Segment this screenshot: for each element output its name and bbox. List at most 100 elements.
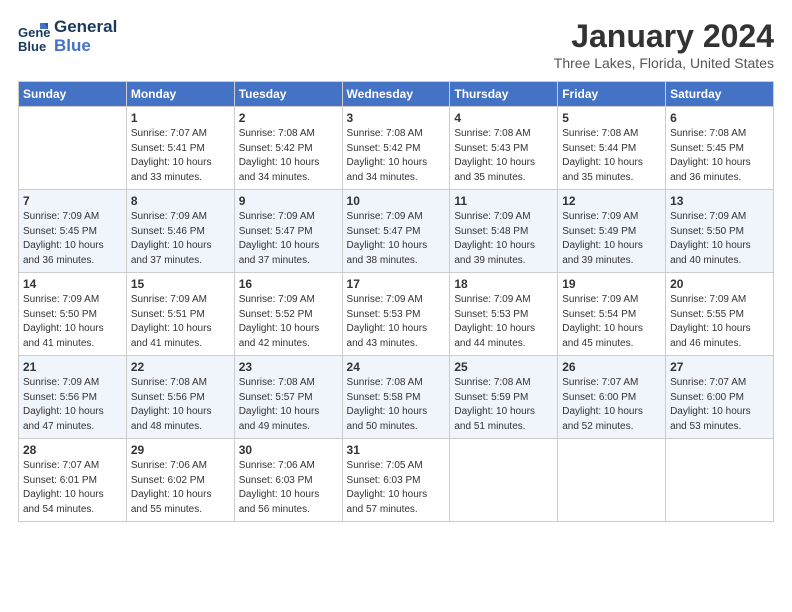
logo-general: General — [54, 18, 117, 37]
day-cell — [19, 107, 127, 190]
day-info: Sunrise: 7:09 AMSunset: 5:53 PMDaylight:… — [347, 293, 446, 351]
day-number: 30 — [239, 443, 338, 457]
day-cell: 28 Sunrise: 7:07 AMSunset: 6:01 PMDayligh… — [19, 439, 127, 522]
day-info: Sunrise: 7:07 AMSunset: 6:01 PMDaylight:… — [23, 459, 122, 517]
day-number: 3 — [347, 111, 446, 125]
day-info: Sunrise: 7:09 AMSunset: 5:48 PMDaylight:… — [454, 210, 553, 268]
day-cell: 16 Sunrise: 7:09 AMSunset: 5:52 PMDayligh… — [234, 273, 342, 356]
day-number: 21 — [23, 360, 122, 374]
day-info: Sunrise: 7:09 AMSunset: 5:50 PMDaylight:… — [670, 210, 769, 268]
day-cell: 4 Sunrise: 7:08 AMSunset: 5:43 PMDaylight… — [450, 107, 558, 190]
day-info: Sunrise: 7:09 AMSunset: 5:53 PMDaylight:… — [454, 293, 553, 351]
header-thursday: Thursday — [450, 82, 558, 107]
day-cell: 26Sunrise: 7:07 AMSunset: 6:00 PMDayligh… — [558, 356, 666, 439]
week-row-5: 28 Sunrise: 7:07 AMSunset: 6:01 PMDayligh… — [19, 439, 774, 522]
day-cell — [450, 439, 558, 522]
calendar-page: General Blue General Blue January 2024 T… — [0, 0, 792, 532]
month-title: January 2024 — [554, 18, 774, 55]
header-sunday: Sunday — [19, 82, 127, 107]
day-cell: 5Sunrise: 7:08 AMSunset: 5:44 PMDaylight… — [558, 107, 666, 190]
day-cell — [558, 439, 666, 522]
day-number: 10 — [347, 194, 446, 208]
svg-text:Blue: Blue — [18, 39, 46, 53]
day-info: Sunrise: 7:08 AMSunset: 5:59 PMDaylight:… — [454, 376, 553, 434]
day-info: Sunrise: 7:08 AMSunset: 5:56 PMDaylight:… — [131, 376, 230, 434]
day-cell: 24Sunrise: 7:08 AMSunset: 5:58 PMDayligh… — [342, 356, 450, 439]
day-cell: 1 Sunrise: 7:07 AMSunset: 5:41 PMDaylight… — [126, 107, 234, 190]
day-number: 11 — [454, 194, 553, 208]
day-number: 22 — [131, 360, 230, 374]
day-cell: 15Sunrise: 7:09 AMSunset: 5:51 PMDayligh… — [126, 273, 234, 356]
day-number: 26 — [562, 360, 661, 374]
day-number: 16 — [239, 277, 338, 291]
day-number: 20 — [670, 277, 769, 291]
day-cell: 30 Sunrise: 7:06 AMSunset: 6:03 PMDayligh… — [234, 439, 342, 522]
day-info: Sunrise: 7:05 AMSunset: 6:03 PMDaylight:… — [347, 459, 446, 517]
day-info: Sunrise: 7:08 AMSunset: 5:44 PMDaylight:… — [562, 127, 661, 185]
day-cell: 19 Sunrise: 7:09 AMSunset: 5:54 PMDayligh… — [558, 273, 666, 356]
day-info: Sunrise: 7:07 AMSunset: 6:00 PMDaylight:… — [670, 376, 769, 434]
day-cell: 3 Sunrise: 7:08 AMSunset: 5:42 PMDaylight… — [342, 107, 450, 190]
day-number: 7 — [23, 194, 122, 208]
week-row-1: 1 Sunrise: 7:07 AMSunset: 5:41 PMDaylight… — [19, 107, 774, 190]
header-friday: Friday — [558, 82, 666, 107]
day-info: Sunrise: 7:09 AMSunset: 5:46 PMDaylight:… — [131, 210, 230, 268]
logo: General Blue General Blue — [18, 18, 117, 55]
day-number: 18 — [454, 277, 553, 291]
day-info: Sunrise: 7:09 AMSunset: 5:47 PMDaylight:… — [347, 210, 446, 268]
day-cell: 13 Sunrise: 7:09 AMSunset: 5:50 PMDayligh… — [666, 190, 774, 273]
day-info: Sunrise: 7:09 AMSunset: 5:45 PMDaylight:… — [23, 210, 122, 268]
day-number: 12 — [562, 194, 661, 208]
day-number: 17 — [347, 277, 446, 291]
day-number: 8 — [131, 194, 230, 208]
day-cell: 2Sunrise: 7:08 AMSunset: 5:42 PMDaylight… — [234, 107, 342, 190]
day-info: Sunrise: 7:09 AMSunset: 5:56 PMDaylight:… — [23, 376, 122, 434]
day-number: 6 — [670, 111, 769, 125]
day-cell: 17 Sunrise: 7:09 AMSunset: 5:53 PMDayligh… — [342, 273, 450, 356]
day-number: 1 — [131, 111, 230, 125]
calendar-table: SundayMondayTuesdayWednesdayThursdayFrid… — [18, 81, 774, 522]
day-info: Sunrise: 7:07 AMSunset: 5:41 PMDaylight:… — [131, 127, 230, 185]
day-number: 31 — [347, 443, 446, 457]
day-number: 13 — [670, 194, 769, 208]
day-info: Sunrise: 7:09 AMSunset: 5:55 PMDaylight:… — [670, 293, 769, 351]
title-block: January 2024 Three Lakes, Florida, Unite… — [554, 18, 774, 71]
day-info: Sunrise: 7:08 AMSunset: 5:43 PMDaylight:… — [454, 127, 553, 185]
day-number: 28 — [23, 443, 122, 457]
day-cell: 31 Sunrise: 7:05 AMSunset: 6:03 PMDayligh… — [342, 439, 450, 522]
header-row: SundayMondayTuesdayWednesdayThursdayFrid… — [19, 82, 774, 107]
day-info: Sunrise: 7:09 AMSunset: 5:47 PMDaylight:… — [239, 210, 338, 268]
day-cell: 20 Sunrise: 7:09 AMSunset: 5:55 PMDayligh… — [666, 273, 774, 356]
day-cell: 21 Sunrise: 7:09 AMSunset: 5:56 PMDayligh… — [19, 356, 127, 439]
day-number: 27 — [670, 360, 769, 374]
day-cell: 8 Sunrise: 7:09 AMSunset: 5:46 PMDaylight… — [126, 190, 234, 273]
day-cell: 25 Sunrise: 7:08 AMSunset: 5:59 PMDayligh… — [450, 356, 558, 439]
day-cell: 9 Sunrise: 7:09 AMSunset: 5:47 PMDaylight… — [234, 190, 342, 273]
day-cell: 10 Sunrise: 7:09 AMSunset: 5:47 PMDayligh… — [342, 190, 450, 273]
week-row-4: 21 Sunrise: 7:09 AMSunset: 5:56 PMDayligh… — [19, 356, 774, 439]
day-number: 29 — [131, 443, 230, 457]
day-cell: 12Sunrise: 7:09 AMSunset: 5:49 PMDayligh… — [558, 190, 666, 273]
logo-blue: Blue — [54, 37, 117, 56]
day-cell: 18 Sunrise: 7:09 AMSunset: 5:53 PMDayligh… — [450, 273, 558, 356]
day-number: 25 — [454, 360, 553, 374]
day-info: Sunrise: 7:06 AMSunset: 6:03 PMDaylight:… — [239, 459, 338, 517]
day-info: Sunrise: 7:08 AMSunset: 5:42 PMDaylight:… — [347, 127, 446, 185]
day-info: Sunrise: 7:09 AMSunset: 5:50 PMDaylight:… — [23, 293, 122, 351]
day-number: 19 — [562, 277, 661, 291]
header-wednesday: Wednesday — [342, 82, 450, 107]
day-info: Sunrise: 7:09 AMSunset: 5:52 PMDaylight:… — [239, 293, 338, 351]
day-cell: 23Sunrise: 7:08 AMSunset: 5:57 PMDayligh… — [234, 356, 342, 439]
logo-icon: General Blue — [18, 21, 50, 53]
day-info: Sunrise: 7:09 AMSunset: 5:54 PMDaylight:… — [562, 293, 661, 351]
day-cell: 7 Sunrise: 7:09 AMSunset: 5:45 PMDaylight… — [19, 190, 127, 273]
header-monday: Monday — [126, 82, 234, 107]
day-number: 4 — [454, 111, 553, 125]
day-cell: 22 Sunrise: 7:08 AMSunset: 5:56 PMDayligh… — [126, 356, 234, 439]
day-number: 23 — [239, 360, 338, 374]
day-number: 9 — [239, 194, 338, 208]
day-cell: 27 Sunrise: 7:07 AMSunset: 6:00 PMDayligh… — [666, 356, 774, 439]
day-info: Sunrise: 7:09 AMSunset: 5:51 PMDaylight:… — [131, 293, 230, 351]
day-number: 24 — [347, 360, 446, 374]
header: General Blue General Blue January 2024 T… — [18, 18, 774, 71]
